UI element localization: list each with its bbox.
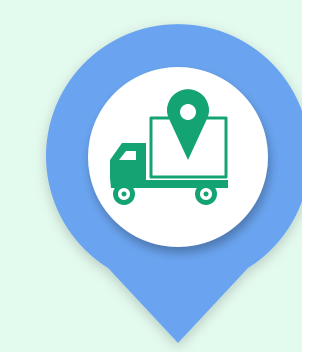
wheel-front [113, 183, 135, 205]
canvas [0, 0, 302, 352]
truck-chassis [140, 180, 228, 188]
delivery-location-illustration [0, 0, 302, 352]
wheel-rear [195, 183, 217, 205]
